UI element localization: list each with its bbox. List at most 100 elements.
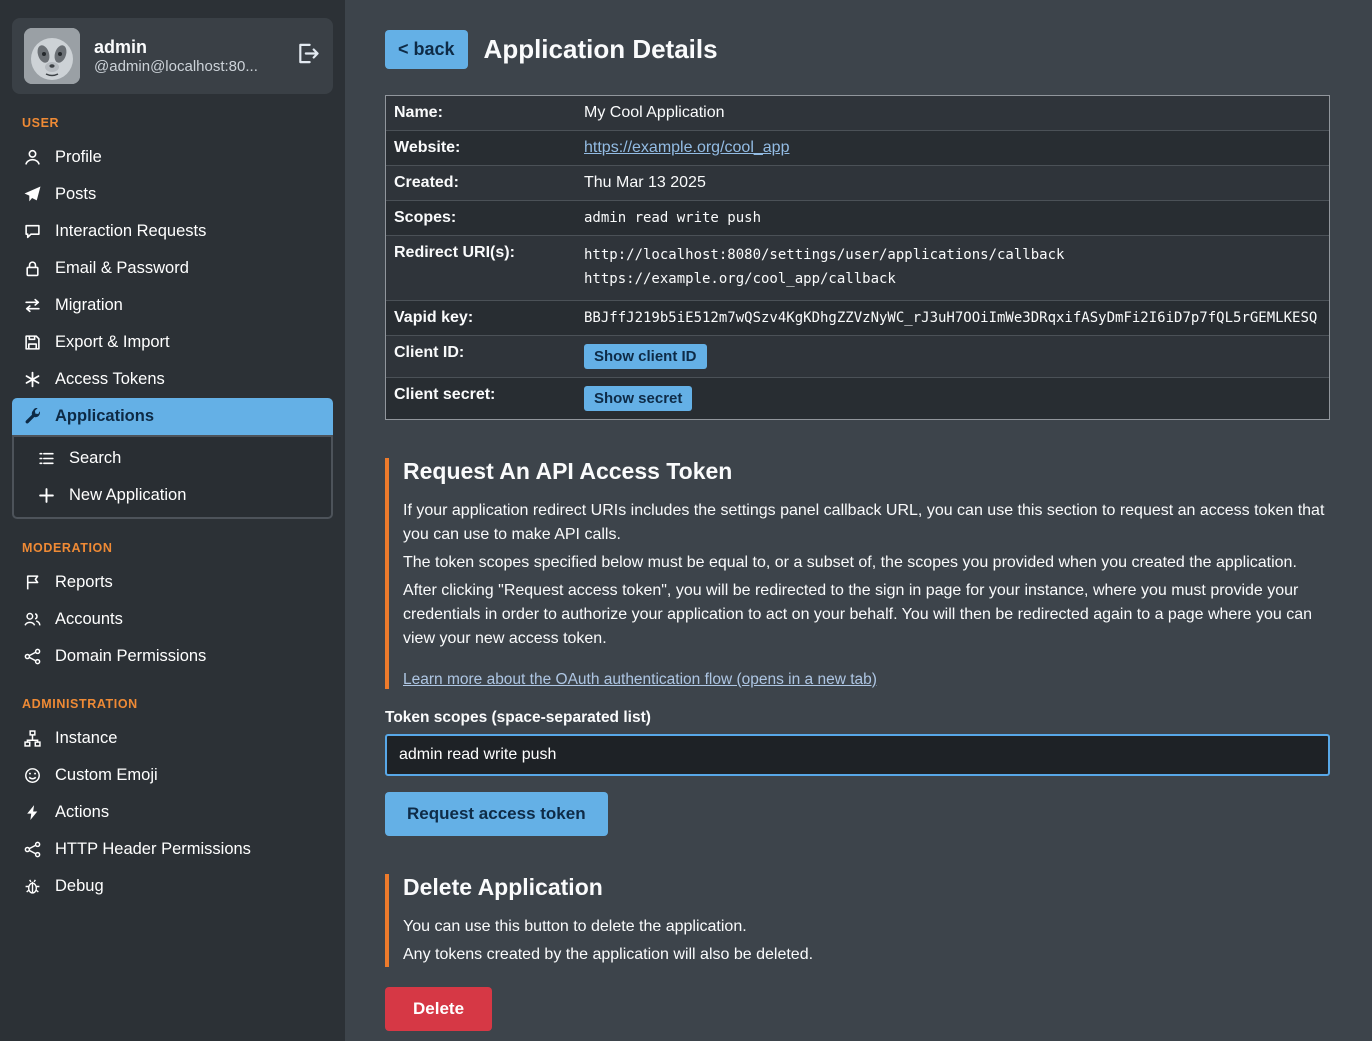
sidebar-item-profile[interactable]: Profile — [12, 139, 333, 176]
user-icon — [22, 149, 42, 166]
token-scopes-label: Token scopes (space-separated list) — [385, 709, 1330, 727]
sidebar-item-http-header-permissions[interactable]: HTTP Header Permissions — [12, 831, 333, 868]
token-scopes-input[interactable] — [385, 734, 1330, 776]
plus-icon — [36, 487, 56, 504]
token-section-title: Request An API Access Token — [403, 458, 1330, 485]
show-secret-button[interactable]: Show secret — [584, 386, 692, 411]
detail-label: Website: — [386, 131, 574, 165]
user-card: admin @admin@localhost:80... — [12, 18, 333, 94]
sidebar-item-domain-permissions[interactable]: Domain Permissions — [12, 638, 333, 675]
application-details-page: < back Application Details Name: My Cool… — [385, 30, 1330, 1031]
detail-value: admin read write push — [574, 201, 1329, 235]
avatar — [24, 28, 80, 84]
bolt-icon — [22, 804, 42, 821]
smile-icon — [22, 767, 42, 784]
sidebar-item-posts[interactable]: Posts — [12, 176, 333, 213]
token-section-paragraph: After clicking "Request access token", y… — [403, 579, 1330, 651]
share-nodes-icon — [22, 648, 42, 665]
sitemap-icon — [22, 730, 42, 747]
sidebar-item-label: Email & Password — [55, 259, 189, 278]
exchange-icon — [22, 297, 42, 314]
detail-label: Redirect URI(s): — [386, 236, 574, 300]
token-section-paragraph: The token scopes specified below must be… — [403, 551, 1330, 575]
detail-label: Client ID: — [386, 336, 574, 377]
sidebar-item-access-tokens[interactable]: Access Tokens — [12, 361, 333, 398]
sidebar-item-instance[interactable]: Instance — [12, 720, 333, 757]
detail-row-name: Name: My Cool Application — [386, 96, 1329, 131]
bug-icon — [22, 878, 42, 895]
sidebar-item-label: Actions — [55, 803, 109, 822]
detail-label: Name: — [386, 96, 574, 130]
save-icon — [22, 334, 42, 351]
detail-row-scopes: Scopes: admin read write push — [386, 201, 1329, 236]
sidebar-item-label: Interaction Requests — [55, 222, 206, 241]
delete-section-title: Delete Application — [403, 874, 1330, 901]
detail-label: Vapid key: — [386, 301, 574, 335]
request-access-token-button[interactable]: Request access token — [385, 792, 608, 836]
sidebar-item-label: Migration — [55, 296, 123, 315]
sidebar-item-label: Posts — [55, 185, 96, 204]
token-section-paragraph: If your application redirect URIs includ… — [403, 499, 1330, 547]
sidebar-item-applications[interactable]: Applications — [12, 398, 333, 435]
lock-icon — [22, 260, 42, 277]
sidebar-item-migration[interactable]: Migration — [12, 287, 333, 324]
detail-value: Show secret — [574, 378, 1329, 419]
main-content: < back Application Details Name: My Cool… — [345, 0, 1372, 1041]
sidebar-item-new-application[interactable]: New Application — [14, 477, 331, 514]
sidebar-item-label: Export & Import — [55, 333, 170, 352]
delete-section: Delete Application You can use this butt… — [385, 874, 1330, 1031]
token-section-intro: Request An API Access Token If your appl… — [385, 458, 1330, 689]
detail-value: http://localhost:8080/settings/user/appl… — [574, 236, 1329, 300]
sidebar-item-label: Instance — [55, 729, 117, 748]
sidebar-item-label: Profile — [55, 148, 102, 167]
asterisk-icon — [22, 371, 42, 388]
sidebar-item-label: Accounts — [55, 610, 123, 629]
sidebar-item-email-password[interactable]: Email & Password — [12, 250, 333, 287]
sidebar-item-interaction-requests[interactable]: Interaction Requests — [12, 213, 333, 250]
sidebar: admin @admin@localhost:80... USER Profil… — [0, 0, 345, 1041]
detail-label: Client secret: — [386, 378, 574, 419]
oauth-docs-link[interactable]: Learn more about the OAuth authenticatio… — [403, 671, 877, 689]
detail-label: Scopes: — [386, 201, 574, 235]
flag-icon — [22, 574, 42, 591]
sidebar-item-label: Custom Emoji — [55, 766, 158, 785]
applications-submenu: Search New Application — [12, 435, 333, 519]
section-label-administration: ADMINISTRATION — [22, 697, 323, 711]
sidebar-item-label: Access Tokens — [55, 370, 165, 389]
section-label-moderation: MODERATION — [22, 541, 323, 555]
sidebar-nav: USER Profile Posts Interaction Requests … — [0, 116, 345, 905]
website-link[interactable]: https://example.org/cool_app — [584, 139, 789, 157]
detail-value: Thu Mar 13 2025 — [574, 166, 1329, 200]
delete-section-intro: Delete Application You can use this butt… — [385, 874, 1330, 967]
detail-row-website: Website: https://example.org/cool_app — [386, 131, 1329, 166]
delete-button[interactable]: Delete — [385, 987, 492, 1031]
detail-row-vapid-key: Vapid key: BBJffJ219b5iE512m7wQSzv4KgKDh… — [386, 301, 1329, 336]
sidebar-item-label: Applications — [55, 407, 154, 426]
sidebar-item-applications-search[interactable]: Search — [14, 440, 331, 477]
username: admin — [94, 37, 280, 58]
list-icon — [36, 450, 56, 467]
page-title: Application Details — [484, 34, 718, 65]
sidebar-item-reports[interactable]: Reports — [12, 564, 333, 601]
sidebar-item-label: HTTP Header Permissions — [55, 840, 251, 859]
sidebar-item-label: Search — [69, 449, 121, 468]
delete-section-line: You can use this button to delete the ap… — [403, 915, 1330, 939]
back-button[interactable]: < back — [385, 30, 468, 69]
sidebar-item-debug[interactable]: Debug — [12, 868, 333, 905]
user-card-text: admin @admin@localhost:80... — [94, 37, 280, 75]
sidebar-item-label: Debug — [55, 877, 104, 896]
detail-row-client-secret: Client secret: Show secret — [386, 378, 1329, 419]
sidebar-item-actions[interactable]: Actions — [12, 794, 333, 831]
show-client-id-button[interactable]: Show client ID — [584, 344, 707, 369]
redirect-uri-2: https://example.org/cool_app/callback — [584, 268, 1319, 292]
sidebar-item-label: New Application — [69, 486, 186, 505]
user-handle: @admin@localhost:80... — [94, 58, 280, 75]
sidebar-item-accounts[interactable]: Accounts — [12, 601, 333, 638]
wrench-icon — [22, 408, 42, 425]
sign-out-icon[interactable] — [294, 40, 321, 72]
sidebar-item-custom-emoji[interactable]: Custom Emoji — [12, 757, 333, 794]
detail-value: Show client ID — [574, 336, 1329, 377]
application-details-table: Name: My Cool Application Website: https… — [385, 95, 1330, 420]
token-section: Request An API Access Token If your appl… — [385, 458, 1330, 836]
sidebar-item-export-import[interactable]: Export & Import — [12, 324, 333, 361]
